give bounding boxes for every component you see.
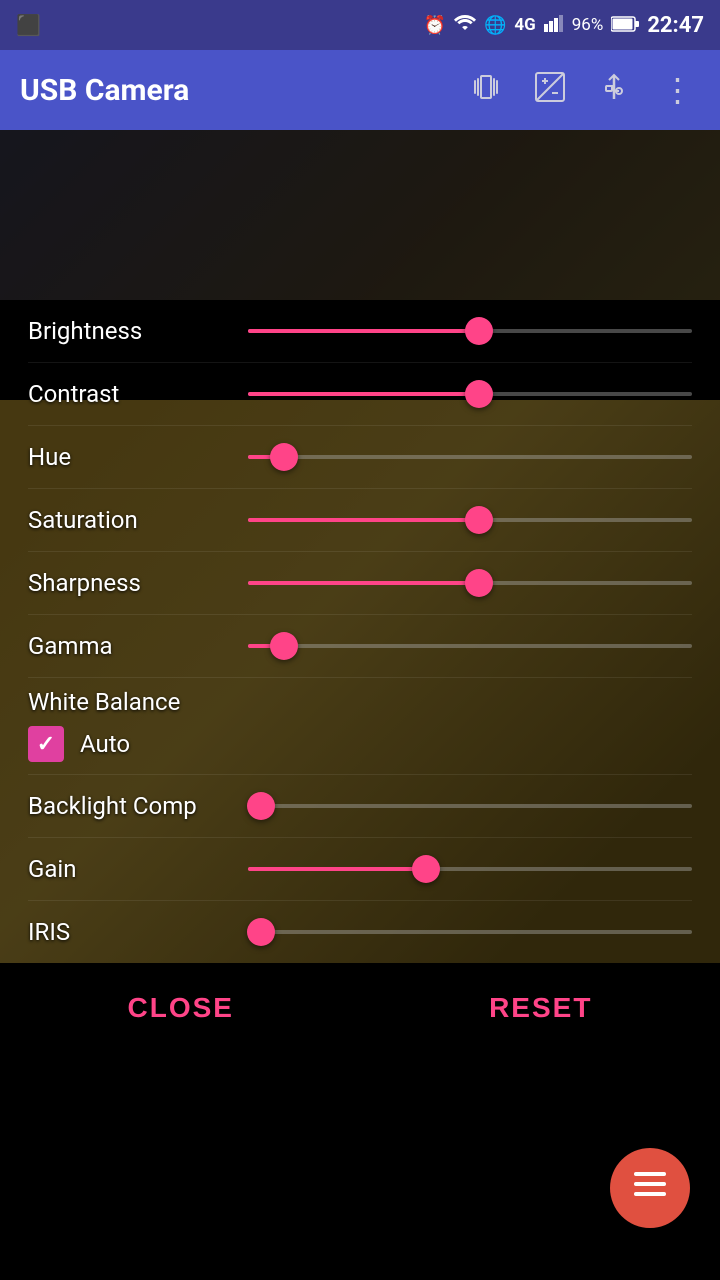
close-button[interactable]: CLOSE	[98, 982, 264, 1034]
white-balance-label: White Balance	[28, 688, 692, 716]
contrast-row: Contrast	[0, 363, 720, 425]
backlight-label: Backlight Comp	[28, 792, 248, 820]
app-bar: USB Camera ⋮	[0, 50, 720, 130]
gamma-slider[interactable]	[248, 643, 692, 649]
hue-row: Hue	[0, 426, 720, 488]
iris-slider[interactable]	[248, 929, 692, 935]
usb-icon[interactable]	[592, 72, 636, 109]
backlight-slider[interactable]	[248, 803, 692, 809]
settings-panel: Brightness Contrast Hue Saturation	[0, 300, 720, 963]
gamma-label: Gamma	[28, 632, 248, 660]
contrast-slider[interactable]	[248, 391, 692, 397]
battery-icon	[611, 13, 639, 37]
sharpness-label: Sharpness	[28, 569, 248, 597]
contrast-label: Contrast	[28, 380, 248, 408]
saturation-row: Saturation	[0, 489, 720, 551]
signal-bars-icon	[544, 13, 564, 37]
sharpness-slider[interactable]	[248, 580, 692, 586]
iris-label: IRIS	[28, 918, 248, 946]
status-bar: ⬛ ⏰ 🌐 4G 96% 22:47	[0, 0, 720, 50]
time-display: 22:47	[647, 13, 704, 38]
brightness-row: Brightness	[0, 300, 720, 362]
fab-button[interactable]	[610, 1148, 690, 1228]
hue-slider[interactable]	[248, 454, 692, 460]
auto-label: Auto	[80, 730, 130, 758]
alarm-icon: ⏰	[424, 15, 446, 36]
camera-preview	[0, 130, 720, 300]
iris-row: IRIS	[0, 901, 720, 963]
globe-icon: 🌐	[484, 15, 506, 36]
bottom-buttons: CLOSE RESET	[0, 963, 720, 1053]
menu-icon	[632, 1170, 668, 1206]
gain-row: Gain	[0, 838, 720, 900]
white-balance-section: White Balance ✓ Auto	[0, 678, 720, 774]
sharpness-row: Sharpness	[0, 552, 720, 614]
checkmark-icon: ✓	[37, 732, 55, 757]
brightness-slider[interactable]	[248, 328, 692, 334]
auto-checkbox[interactable]: ✓	[28, 726, 64, 762]
camera-status-icon: ⬛	[16, 13, 41, 37]
exposure-icon[interactable]	[528, 71, 572, 110]
reset-button[interactable]: RESET	[459, 982, 622, 1034]
white-balance-auto-row: ✓ Auto	[28, 722, 692, 770]
status-left: ⬛	[16, 13, 41, 37]
saturation-label: Saturation	[28, 506, 248, 534]
app-title: USB Camera	[20, 73, 444, 108]
brightness-label: Brightness	[28, 317, 248, 345]
4g-label: 4G	[514, 15, 535, 35]
more-icon[interactable]: ⋮	[656, 71, 700, 109]
gain-slider[interactable]	[248, 866, 692, 872]
saturation-slider[interactable]	[248, 517, 692, 523]
gain-label: Gain	[28, 855, 248, 883]
wifi-icon	[454, 14, 476, 37]
hue-label: Hue	[28, 443, 248, 471]
status-right: ⏰ 🌐 4G 96% 22:47	[424, 13, 704, 38]
gamma-row: Gamma	[0, 615, 720, 677]
backlight-row: Backlight Comp	[0, 775, 720, 837]
battery-label: 96%	[572, 15, 604, 35]
vibration-icon[interactable]	[464, 72, 508, 109]
